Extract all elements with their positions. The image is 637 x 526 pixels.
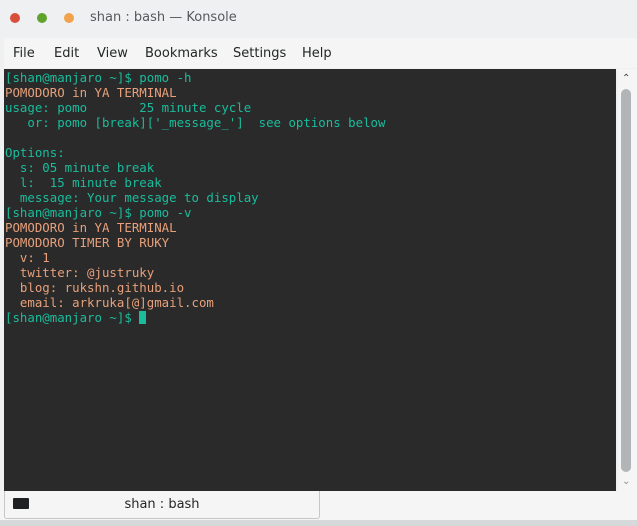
terminal-line: v: 1	[5, 250, 50, 265]
minimize-button[interactable]	[64, 13, 74, 23]
scrollbar-thumb[interactable]	[621, 89, 631, 472]
menu-bookmarks[interactable]: Bookmarks	[145, 46, 218, 61]
maximize-button[interactable]	[37, 13, 47, 23]
menu-file[interactable]: File	[13, 46, 35, 61]
terminal-line: usage: pomo 25 minute cycle	[5, 100, 252, 115]
tab-shan-bash[interactable]: shan : bash	[4, 491, 320, 519]
terminal-line: [shan@manjaro ~]$ pomo -v	[5, 205, 192, 220]
menu-help[interactable]: Help	[302, 46, 332, 61]
terminal-line: POMODORO TIMER BY RUKY	[5, 235, 170, 250]
terminal-line: or: pomo [break]['_message_'] see option…	[5, 115, 386, 130]
chevron-down-icon[interactable]: ⌄	[622, 476, 630, 487]
terminal-line: [shan@manjaro ~]$ pomo -h	[5, 70, 192, 85]
terminal-line: Options:	[5, 145, 65, 160]
menu-settings[interactable]: Settings	[233, 46, 286, 61]
window-bottom-edge	[0, 520, 637, 526]
close-button[interactable]	[10, 13, 20, 23]
menu-view[interactable]: View	[97, 46, 128, 61]
terminal-line: POMODORO in YA TERMINAL	[5, 85, 177, 100]
prompt-line: [shan@manjaro ~]$	[5, 310, 616, 325]
tab-label: shan : bash	[124, 497, 200, 512]
chevron-up-icon[interactable]: ⌃	[622, 73, 630, 84]
menu-bar: File Edit View Bookmarks Settings Help	[4, 38, 637, 68]
title-bar: shan : bash — Konsole	[0, 0, 637, 36]
terminal-output[interactable]: [shan@manjaro ~]$ pomo -h POMODORO in YA …	[4, 69, 616, 491]
terminal-line: twitter: @justruky	[5, 265, 155, 280]
window-title: shan : bash — Konsole	[90, 10, 237, 25]
text-cursor	[139, 311, 147, 324]
vertical-scrollbar[interactable]: ⌃ ⌄	[618, 69, 637, 491]
terminal-line: email: arkruka[@]gmail.com	[5, 295, 214, 310]
terminal-line: blog: rukshn.github.io	[5, 280, 185, 295]
terminal-line: s: 05 minute break	[5, 160, 155, 175]
shell-prompt: [shan@manjaro ~]$	[5, 310, 140, 325]
terminal-line: l: 15 minute break	[5, 175, 162, 190]
terminal-line: POMODORO in YA TERMINAL	[5, 220, 177, 235]
menu-edit[interactable]: Edit	[54, 46, 79, 61]
terminal-line: message: Your message to display	[5, 190, 259, 205]
